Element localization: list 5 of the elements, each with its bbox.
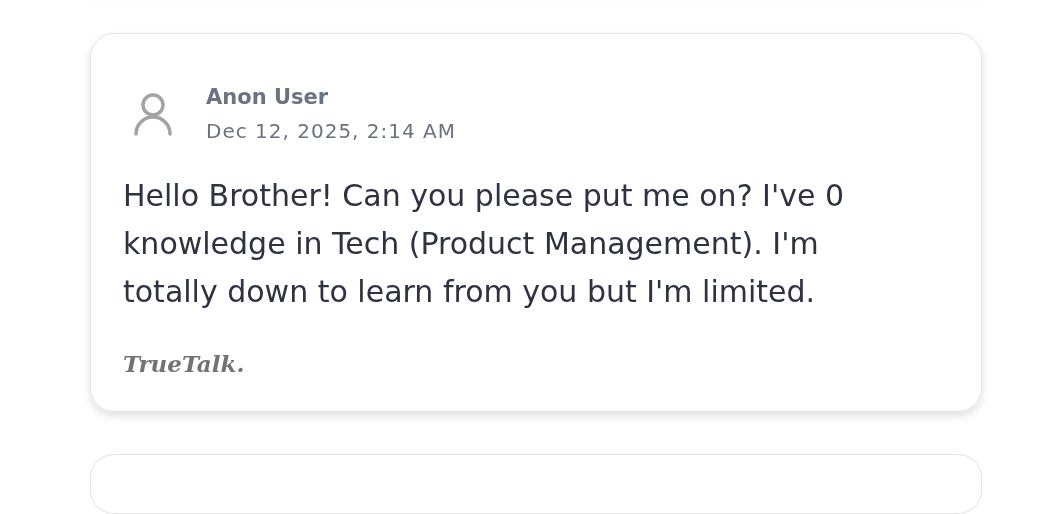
user-icon xyxy=(133,91,173,136)
author-name: Anon User xyxy=(206,83,330,110)
brand-logo: TrueTalk. xyxy=(123,349,245,377)
post-message: Hello Brother! Can you please put me on? I've 0 knowledge in Tech (Product Management). I'm totally down to learn from you but I'm limited. xyxy=(123,176,846,311)
post-timestamp: Dec 12, 2025, 2:14 AM xyxy=(206,117,457,144)
